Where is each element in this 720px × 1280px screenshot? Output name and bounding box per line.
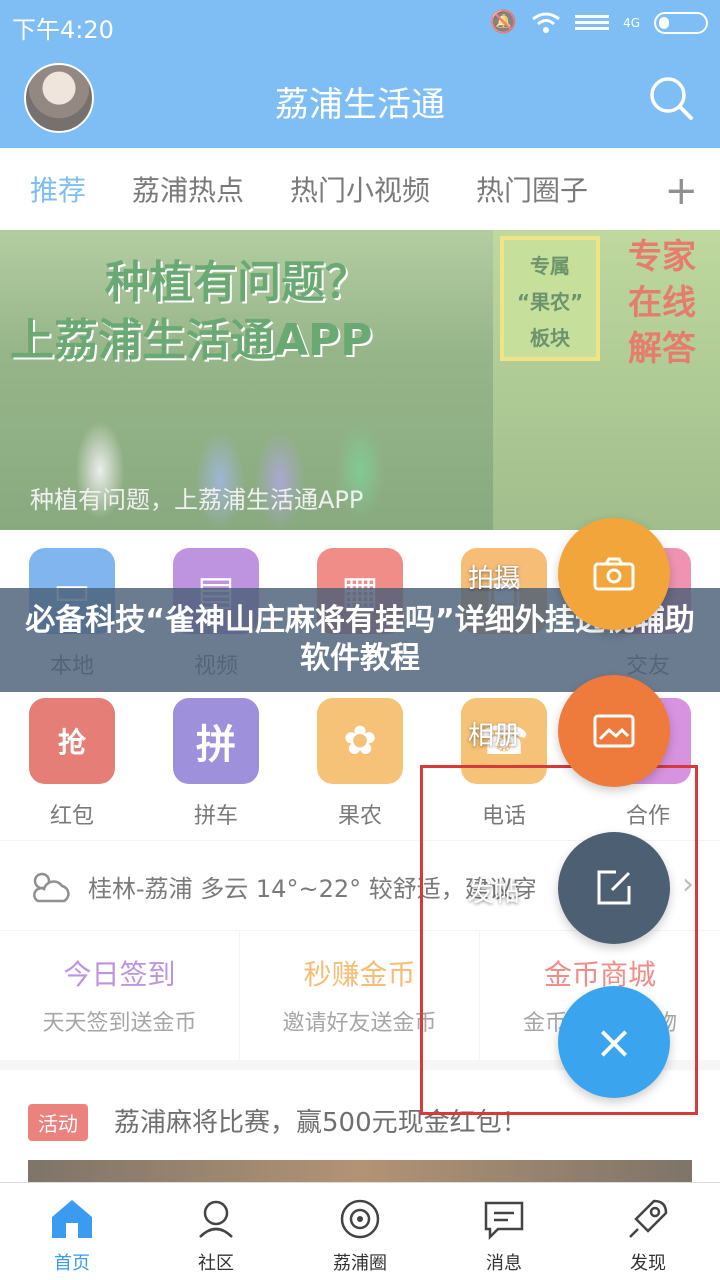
close-menu-button[interactable]: × [558,986,670,1098]
nav-home[interactable]: 首页 [0,1183,144,1280]
chat-icon [484,1201,524,1241]
bottom-nav: 首页 社区 荔浦圈 消息 发现 [0,1182,720,1280]
post-button[interactable] [558,832,670,944]
nav-label: 发现 [630,1253,666,1274]
album-label[interactable]: 相册 [468,715,520,752]
nav-label: 消息 [486,1253,522,1274]
album-button[interactable] [558,675,670,787]
nav-discover[interactable]: 发现 [576,1183,720,1280]
community-icon [199,1200,233,1238]
photo-icon [593,714,635,748]
nav-community[interactable]: 社区 [144,1183,288,1280]
camera-icon [593,557,635,591]
post-label[interactable]: 发帖 [468,872,520,909]
nav-label: 荔浦圈 [333,1253,387,1274]
nav-label: 首页 [54,1253,90,1274]
shoot-button[interactable] [558,518,670,630]
nav-label: 社区 [198,1253,234,1274]
home-icon [52,1200,92,1238]
nav-lipu-circle[interactable]: 荔浦圈 [288,1183,432,1280]
rocket-icon [629,1199,668,1238]
shoot-label[interactable]: 拍摄 [468,558,520,595]
close-icon: × [594,1015,634,1069]
edit-icon [597,870,631,905]
circle-icon [340,1199,380,1239]
nav-messages[interactable]: 消息 [432,1183,576,1280]
